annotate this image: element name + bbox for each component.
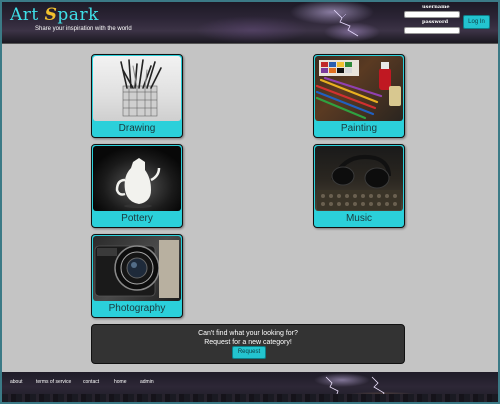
painting-image <box>315 56 403 121</box>
footer-link-home[interactable]: home <box>114 379 127 385</box>
request-text-1: Can't find what your looking for? <box>198 330 298 337</box>
category-label: Pottery <box>121 213 153 224</box>
category-tile-drawing[interactable]: Drawing <box>91 54 183 138</box>
header: Art Spark Share your inspiration with th… <box>2 2 498 44</box>
request-button[interactable]: Request <box>232 346 266 359</box>
footer-link-contact[interactable]: contact <box>83 379 99 385</box>
category-tile-painting[interactable]: Painting <box>313 54 405 138</box>
footer-link-terms[interactable]: terms of service <box>36 379 71 385</box>
category-label: Photography <box>108 303 166 314</box>
footer-link-about[interactable]: about <box>10 379 23 385</box>
username-label: username <box>422 4 450 10</box>
category-tile-pottery[interactable]: Pottery <box>91 144 183 228</box>
lightning-decoration <box>333 9 359 37</box>
password-label: password <box>422 19 449 25</box>
pottery-image <box>93 146 181 211</box>
page-frame: Art Spark Share your inspiration with th… <box>2 2 498 402</box>
music-image <box>315 146 403 211</box>
footer: about terms of service contact home admi… <box>2 372 498 402</box>
username-input[interactable] <box>404 11 460 18</box>
login-form: username password Log In <box>404 4 494 40</box>
category-tile-photography[interactable]: Photography <box>91 234 183 318</box>
footer-link-admin[interactable]: admin <box>140 379 154 385</box>
category-label: Painting <box>340 123 378 134</box>
logo[interactable]: Art Spark <box>10 5 99 25</box>
category-label: Drawing <box>118 123 156 134</box>
password-input[interactable] <box>404 27 460 34</box>
tagline: Share your inspiration with the world <box>35 26 132 32</box>
logo-s: S <box>44 5 58 25</box>
photography-image <box>93 236 181 301</box>
city-skyline <box>2 394 498 402</box>
request-category-box: Can't find what your looking for? Reques… <box>91 324 405 364</box>
category-label: Music <box>345 213 373 224</box>
category-tile-music[interactable]: Music <box>313 144 405 228</box>
drawing-image <box>93 56 181 121</box>
login-button[interactable]: Log In <box>463 15 490 29</box>
